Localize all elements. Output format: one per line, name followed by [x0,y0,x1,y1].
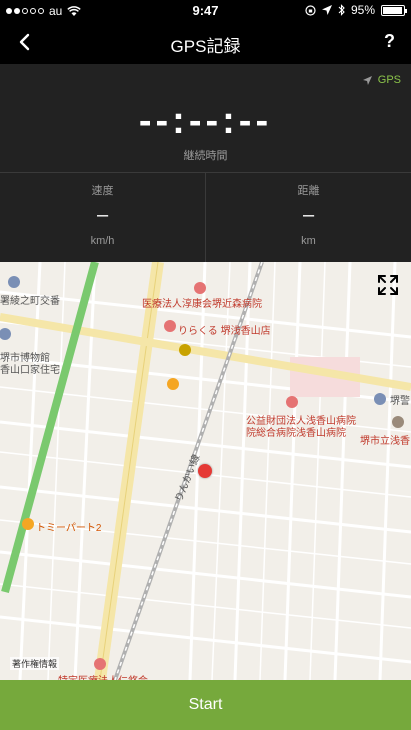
gps-label: GPS [377,74,401,86]
duration-label: 継続時間 [183,150,228,162]
copyright-link[interactable]: 著作権情報 [10,657,60,670]
orientation-lock-icon [305,4,316,16]
map-label: 院総合病院浅香山病院 [246,428,346,439]
speed-unit: km/h [90,235,115,247]
battery-icon [381,4,407,16]
help-button[interactable]: ? [384,31,395,52]
map-label: 署綾之町交番 [0,296,60,307]
map-label: 香山口家住宅 [0,365,60,376]
map-label: 特定医療法人仁悠会 [58,672,148,680]
status-icons: 95% [305,3,407,17]
stats-panel: GPS --:--:-- 継続時間 速度 – km/h 距離 – km [0,64,411,262]
start-button[interactable]: Start [0,680,411,730]
duration-value: --:--:-- [138,100,273,142]
status-bar: au 9:47 95% [0,0,411,22]
map-label: りらくる 堺浅香山店 [178,326,271,337]
current-location-pin [198,464,212,478]
distance-stat: 距離 – km [206,172,411,262]
speed-label: 速度 [91,185,114,197]
map-label: 堺警 [390,396,410,407]
distance-label: 距離 [297,185,320,197]
map-view[interactable]: 医療法人淳康会堺近森病院 りらくる 堺浅香山店 公益財団法人浅香山病院 院総合病… [0,262,411,680]
fullscreen-expand-icon[interactable] [377,274,399,296]
distance-value: – [302,204,315,226]
map-label: トミーパート2 [36,523,102,534]
speed-value: – [96,204,109,226]
page-title: GPS記録 [170,37,241,56]
distance-unit: km [301,235,316,247]
speed-stat: 速度 – km/h [0,172,205,262]
bluetooth-icon [338,4,345,16]
location-arrow-icon [321,5,332,15]
location-arrow-icon [362,75,372,85]
map-label: 堺市立浅香山 [360,436,411,447]
battery-fill [383,6,402,14]
navigation-bar: GPS記録 ? [0,22,411,64]
gps-indicator: GPS [362,74,401,86]
battery-percent: 95% [350,3,375,17]
map-label: 医療法人淳康会堺近森病院 [142,299,262,310]
